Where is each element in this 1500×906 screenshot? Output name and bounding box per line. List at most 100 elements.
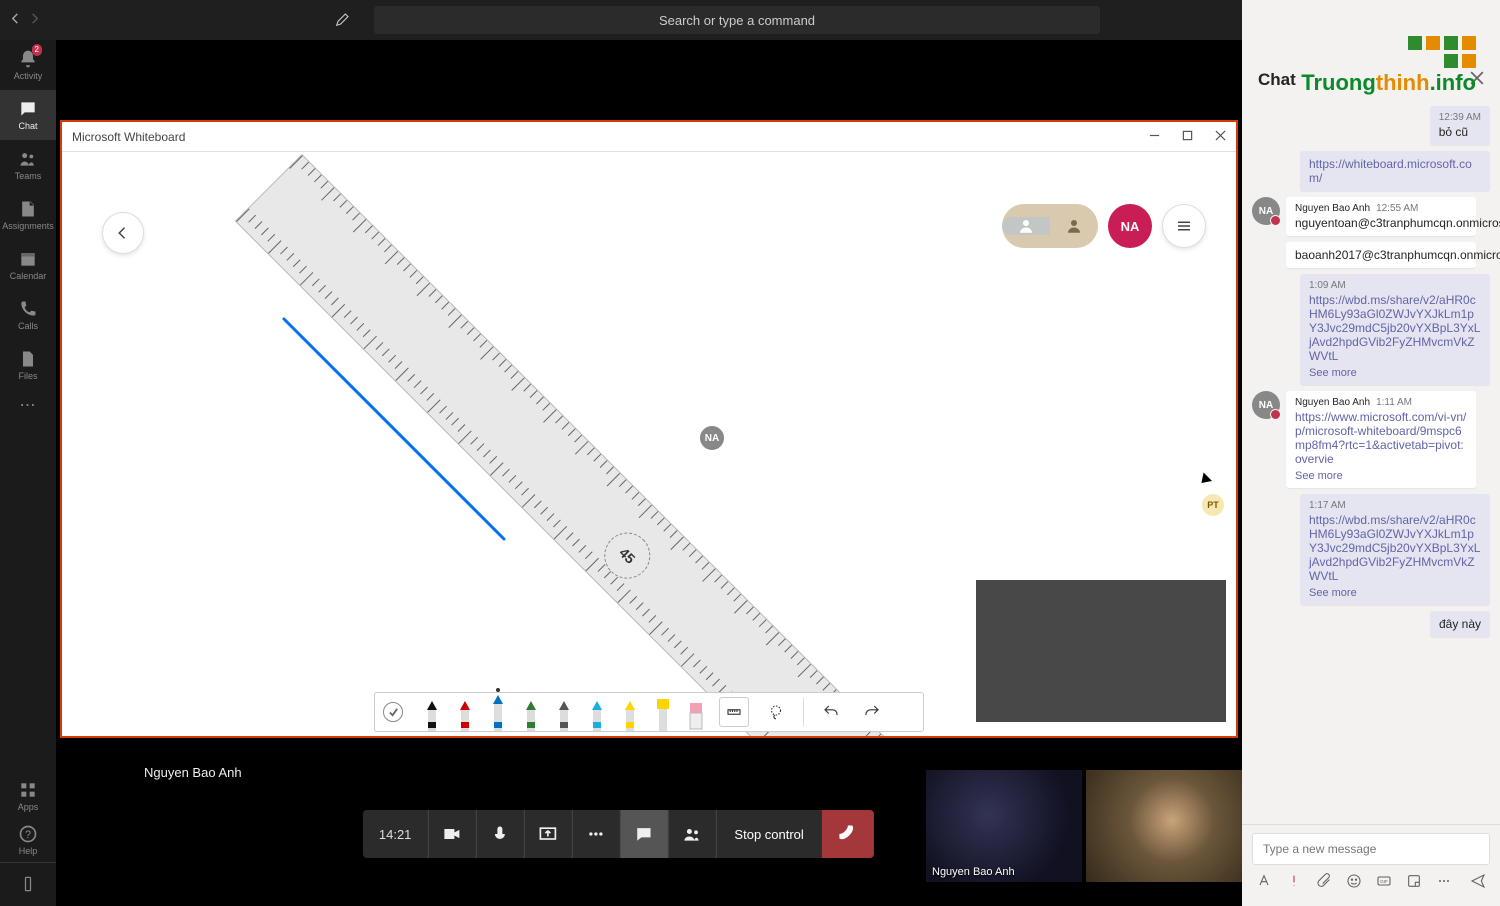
pen-0[interactable] <box>422 701 442 731</box>
eraser-tool[interactable] <box>686 701 706 731</box>
lasso-button[interactable] <box>762 698 790 726</box>
search-bar[interactable]: Search or type a command <box>374 6 1100 34</box>
nav-teams[interactable]: Teams <box>0 140 56 190</box>
nav-assignments[interactable]: Assignments <box>0 190 56 240</box>
close-icon[interactable] <box>1215 130 1226 144</box>
see-more-link[interactable]: See more <box>1309 587 1481 599</box>
remote-cursor-na: NA <box>698 424 726 452</box>
nav-activity[interactable]: 2 Activity <box>0 40 56 90</box>
format-icon[interactable] <box>1256 873 1272 894</box>
attach-icon[interactable] <box>1316 873 1332 894</box>
chat-bubble[interactable]: 1:17 AMhttps://wbd.ms/share/v2/aHR0cHM6L… <box>1300 494 1490 605</box>
sticker-icon[interactable] <box>1406 873 1422 894</box>
nav-files[interactable]: Files <box>0 340 56 390</box>
whiteboard-menu-button[interactable] <box>1162 204 1206 248</box>
hangup-button[interactable] <box>822 810 874 858</box>
see-more-link[interactable]: See more <box>1295 470 1467 482</box>
chat-close-button[interactable] <box>1470 71 1484 90</box>
chat-messages[interactable]: 12:39 AMbỏ cũ https://whiteboard.microsof… <box>1242 96 1500 824</box>
person-icon <box>1017 217 1035 235</box>
new-chat-button[interactable] <box>330 8 354 32</box>
pen-2[interactable] <box>488 695 508 731</box>
share-background: Microsoft Whiteboard NA <box>56 40 1242 906</box>
nav-activity-badge: 2 <box>32 44 42 56</box>
phone-icon <box>18 299 38 319</box>
chat-message: 1:09 AMhttps://wbd.ms/share/v2/aHR0cHM6L… <box>1252 274 1490 385</box>
nav-chat-label: Chat <box>18 121 37 131</box>
ink-stroke-blue <box>279 314 509 544</box>
pen-6[interactable] <box>620 701 640 731</box>
ruler-button[interactable] <box>719 697 749 727</box>
svg-text:?: ? <box>25 829 31 841</box>
participant-avatar[interactable]: NA <box>1108 204 1152 248</box>
pen-tray <box>374 692 924 732</box>
shared-window: Microsoft Whiteboard NA <box>60 120 1238 738</box>
pen-1[interactable] <box>455 701 475 731</box>
nav-apps[interactable]: Apps <box>0 774 56 818</box>
msg-avatar: NA <box>1252 391 1280 419</box>
pen-5[interactable] <box>587 701 607 731</box>
chat-message: baoanh2017@c3tranphumcqn.onmicrosoft.com <box>1252 242 1490 268</box>
nav-calls[interactable]: Calls <box>0 290 56 340</box>
chat-icon <box>18 99 38 119</box>
person-outline-icon <box>1065 217 1083 235</box>
thumb-label: Nguyen Bao Anh <box>932 866 1015 878</box>
video-thumbnails: Nguyen Bao Anh <box>926 770 1242 882</box>
stop-control-button[interactable]: Stop control <box>715 810 821 858</box>
chat-bubble[interactable]: Nguyen Bao Anh12:55 AMnguyentoan@c3tranp… <box>1286 197 1476 236</box>
chat-message: NANguyen Bao Anh1:11 AMhttps://www.micro… <box>1252 391 1490 488</box>
chat-bubble[interactable]: 12:39 AMbỏ cũ <box>1430 106 1490 145</box>
nav-calendar-label: Calendar <box>10 271 47 281</box>
nav-assignments-label: Assignments <box>2 221 54 231</box>
ruler-angle: 45 <box>595 523 660 588</box>
emoji-icon[interactable] <box>1346 873 1362 894</box>
back-button[interactable] <box>102 212 144 254</box>
see-more-link[interactable]: See more <box>1309 367 1481 379</box>
presence-toggle[interactable] <box>1002 204 1098 248</box>
chat-bubble[interactable]: đây này <box>1430 611 1490 637</box>
apps-icon <box>18 780 38 800</box>
nav-help[interactable]: ? Help <box>0 818 56 862</box>
call-timer: 14:21 <box>363 827 428 842</box>
nav-teams-label: Teams <box>15 171 42 181</box>
nav-back-button[interactable] <box>10 11 21 29</box>
pen-4[interactable] <box>554 701 574 731</box>
whiteboard-canvas[interactable]: NA 45 NA PT <box>62 154 1236 736</box>
pen-3[interactable] <box>521 701 541 731</box>
redo-button[interactable] <box>858 698 886 726</box>
send-button[interactable] <box>1470 873 1486 894</box>
chat-bubble[interactable]: Nguyen Bao Anh1:11 AMhttps://www.microso… <box>1286 391 1476 488</box>
nav-activity-label: Activity <box>14 71 43 81</box>
nav-chat[interactable]: Chat <box>0 90 56 140</box>
nav-forward-button[interactable] <box>29 11 40 29</box>
minimize-icon[interactable] <box>1149 130 1160 144</box>
chat-bubble[interactable]: baoanh2017@c3tranphumcqn.onmicrosoft.com <box>1286 242 1476 268</box>
nav-device[interactable] <box>0 862 56 906</box>
people-button[interactable] <box>667 810 715 858</box>
share-button[interactable] <box>523 810 571 858</box>
nav-apps-label: Apps <box>18 802 39 812</box>
chat-title: Chat <box>1258 70 1296 90</box>
chat-header: Chat <box>1242 60 1500 96</box>
video-thumb-remote[interactable]: Nguyen Bao Anh <box>926 770 1082 882</box>
chat-bubble[interactable]: https://whiteboard.microsoft.com/ <box>1300 151 1490 191</box>
highlighter-tool[interactable] <box>653 699 673 731</box>
more-actions-button[interactable] <box>571 810 619 858</box>
chat-toggle-button[interactable] <box>619 810 667 858</box>
undo-button[interactable] <box>817 698 845 726</box>
camera-button[interactable] <box>427 810 475 858</box>
nav-calendar[interactable]: Calendar <box>0 240 56 290</box>
chat-bubble[interactable]: 1:09 AMhttps://wbd.ms/share/v2/aHR0cHM6L… <box>1300 274 1490 385</box>
calendar-icon <box>18 249 38 269</box>
maximize-icon[interactable] <box>1182 130 1193 144</box>
compose-more-icon[interactable] <box>1436 873 1452 894</box>
pen-confirm-button[interactable] <box>383 702 403 722</box>
priority-icon[interactable] <box>1286 873 1302 894</box>
chat-input-field[interactable]: Type a new message <box>1252 833 1490 865</box>
nav-more[interactable]: ⋯ <box>0 390 56 420</box>
svg-text:GIF: GIF <box>1380 879 1388 884</box>
gif-icon[interactable]: GIF <box>1376 873 1392 894</box>
video-thumb-self[interactable] <box>1086 770 1242 882</box>
call-bar: 14:21 Stop control <box>363 810 874 858</box>
mic-button[interactable] <box>475 810 523 858</box>
